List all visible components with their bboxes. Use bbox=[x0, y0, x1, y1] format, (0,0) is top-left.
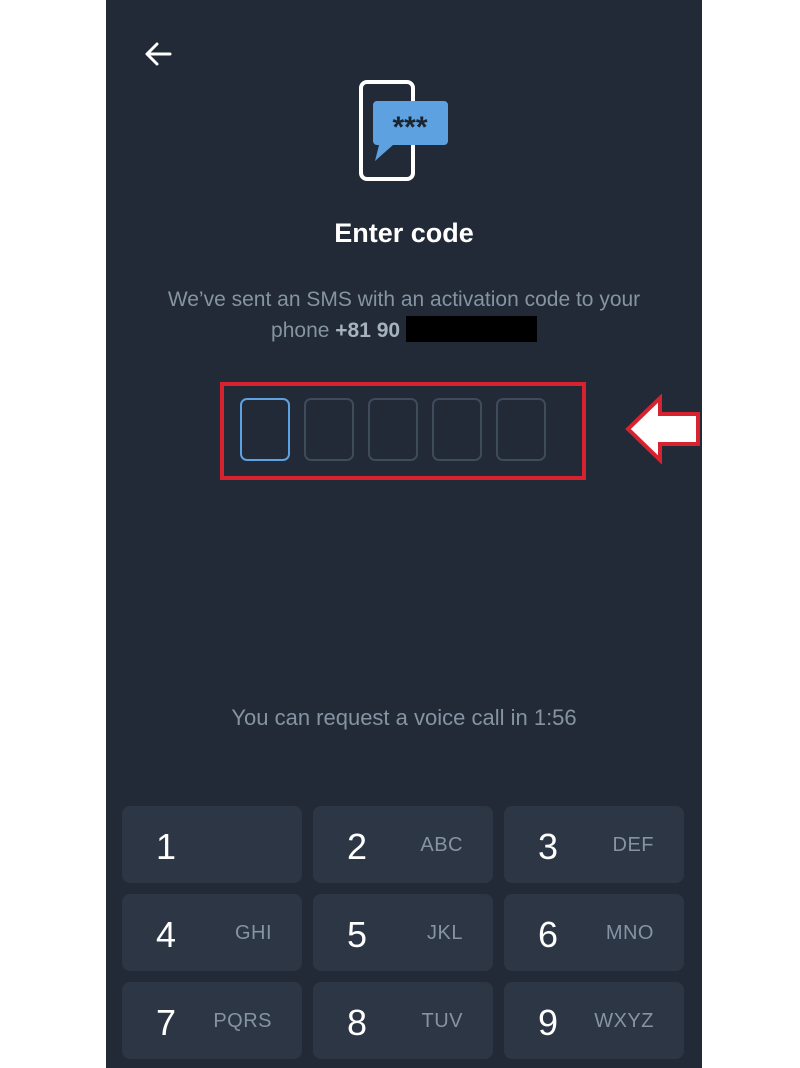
key-digit: 2 bbox=[347, 826, 368, 867]
arrow-left-icon bbox=[145, 42, 172, 66]
sms-bubble-text: *** bbox=[392, 111, 427, 144]
back-button[interactable] bbox=[140, 38, 176, 70]
numeric-keypad: 1 2 ABC 3 DEF 4 GHI 5 JKL 6 MNO 7 PQRS 8 bbox=[122, 806, 686, 1059]
key-letters: PQRS bbox=[213, 1010, 272, 1032]
key-letters: WXYZ bbox=[594, 1010, 654, 1032]
key-letters: TUV bbox=[421, 1010, 463, 1032]
annotation-arrow-icon bbox=[625, 394, 700, 464]
key-2[interactable]: 2 ABC bbox=[313, 806, 493, 883]
key-letters: DEF bbox=[612, 834, 654, 856]
phone-label: phone bbox=[271, 319, 330, 342]
key-3[interactable]: 3 DEF bbox=[504, 806, 684, 883]
key-letters: GHI bbox=[234, 922, 272, 944]
key-8[interactable]: 8 TUV bbox=[313, 982, 493, 1059]
key-digit: 9 bbox=[538, 1002, 559, 1043]
key-digit: 7 bbox=[156, 1002, 177, 1043]
key-digit: 3 bbox=[538, 826, 559, 867]
key-5[interactable]: 5 JKL bbox=[313, 894, 493, 971]
annotation-highlight-box bbox=[220, 382, 586, 480]
key-letters: MNO bbox=[605, 922, 654, 944]
voice-call-hint: You can request a voice call in 1:56 bbox=[231, 705, 577, 730]
key-1[interactable]: 1 bbox=[122, 806, 302, 883]
phone-sms-icon: *** bbox=[359, 80, 448, 181]
key-9[interactable]: 9 WXYZ bbox=[504, 982, 684, 1059]
key-letters: JKL bbox=[427, 922, 463, 944]
sms-sent-message: We’ve sent an SMS with an activation cod… bbox=[126, 284, 682, 346]
redaction-bar bbox=[405, 316, 537, 342]
key-6[interactable]: 6 MNO bbox=[504, 894, 684, 971]
key-4[interactable]: 4 GHI bbox=[122, 894, 302, 971]
page-title: Enter code bbox=[334, 218, 474, 248]
subtitle-line2: phone +81 90 bbox=[126, 315, 682, 346]
key-digit: 6 bbox=[538, 914, 559, 955]
key-digit: 5 bbox=[347, 914, 368, 955]
key-digit: 4 bbox=[156, 914, 177, 955]
key-digit: 8 bbox=[347, 1002, 368, 1043]
key-letters: ABC bbox=[420, 834, 463, 856]
telegram-screen: *** Enter code We’ve sent an SMS with an… bbox=[106, 0, 702, 1068]
subtitle-line1: We’ve sent an SMS with an activation cod… bbox=[167, 288, 641, 311]
phone-number: +81 90 bbox=[335, 319, 401, 342]
key-7[interactable]: 7 PQRS bbox=[122, 982, 302, 1059]
key-digit: 1 bbox=[156, 826, 177, 867]
